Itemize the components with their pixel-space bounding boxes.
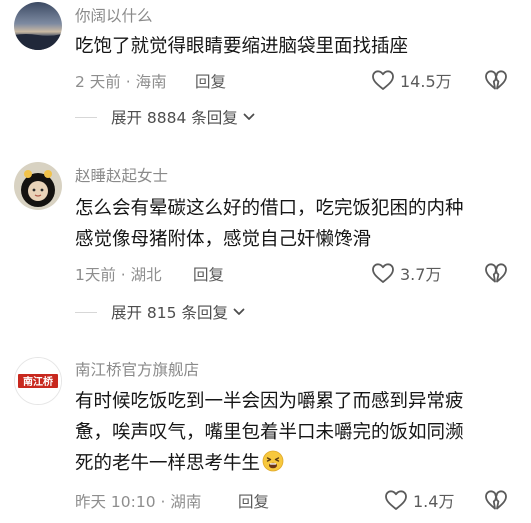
comment-line: 惫，唉声叹气，嘴里包着半口未嚼完的饭如同濒 [75, 422, 464, 443]
expand-replies-button[interactable]: 展开 815 条回复 [75, 302, 246, 322]
expand-replies-button[interactable]: 展开 8884 条回复 [75, 107, 256, 127]
comment-time-location: 1天前 · 湖北 [75, 266, 162, 284]
comment-item: 你阔以什么 吃饱了就觉得眼睛要缩进脑袋里面找插座 2 天前 · 海南 回复 14… [0, 0, 531, 135]
avatar[interactable] [14, 162, 62, 210]
reply-button[interactable]: 回复 [238, 490, 269, 512]
heart-outline-icon [385, 490, 407, 510]
avatar[interactable]: 南江桥 [14, 357, 62, 405]
comment-line: 死的老牛一样思考牛生 [75, 453, 261, 474]
like-count: 14.5万 [400, 72, 452, 91]
reply-button[interactable]: 回复 [195, 70, 226, 92]
comment-text: 吃饱了就觉得眼睛要缩进脑袋里面找插座 [75, 31, 515, 62]
chevron-down-icon [233, 308, 245, 315]
comment-line: 吃饱了就觉得眼睛要缩进脑袋里面找插座 [75, 36, 409, 57]
tired-face-emoji-icon [262, 450, 284, 472]
heart-outline-icon [372, 263, 394, 283]
username[interactable]: 你阔以什么 [75, 4, 153, 26]
chevron-down-icon [243, 113, 255, 120]
broken-heart-icon[interactable] [484, 68, 508, 92]
reply-button[interactable]: 回复 [193, 263, 224, 285]
comment-time-location: 昨天 10:10 · 湖南 [75, 493, 202, 511]
like-button[interactable]: 3.7万 [371, 261, 441, 285]
comment-item: 赵睡赵起女士 怎么会有晕碳这么好的借口，吃完饭犯困的内种 感觉像母猪附体，感觉自… [0, 158, 531, 328]
heart-outline-icon [372, 70, 394, 90]
comment-line: 怎么会有晕碳这么好的借口，吃完饭犯困的内种 [75, 198, 464, 219]
broken-heart-icon[interactable] [484, 261, 508, 285]
divider [75, 116, 97, 118]
like-button[interactable]: 1.4万 [384, 488, 454, 512]
expand-replies-label: 展开 815 条回复 [111, 304, 228, 322]
avatar[interactable] [14, 2, 62, 50]
like-button[interactable]: 14.5万 [371, 68, 452, 92]
comment-line: 有时候吃饭吃到一半会因为嚼累了而感到异常疲 [75, 391, 464, 412]
divider [75, 311, 97, 313]
comment-time-location: 2 天前 · 海南 [75, 73, 167, 91]
avatar-logo-text: 南江桥 [23, 375, 54, 388]
comment-text: 有时候吃饭吃到一半会因为嚼累了而感到异常疲 惫，唉声叹气，嘴里包着半口未嚼完的饭… [75, 386, 515, 479]
broken-heart-icon[interactable] [484, 488, 508, 512]
username[interactable]: 赵睡赵起女士 [75, 164, 168, 186]
like-count: 3.7万 [400, 265, 442, 284]
like-count: 1.4万 [413, 492, 455, 511]
comment-item: 南江桥 南江桥官方旗舰店 有时候吃饭吃到一半会因为嚼累了而感到异常疲 惫，唉声叹… [0, 352, 531, 523]
comment-line: 感觉像母猪附体，感觉自己奸懒馋滑 [75, 229, 372, 250]
username[interactable]: 南江桥官方旗舰店 [75, 358, 199, 380]
expand-replies-label: 展开 8884 条回复 [111, 109, 238, 127]
comment-text: 怎么会有晕碳这么好的借口，吃完饭犯困的内种 感觉像母猪附体，感觉自己奸懒馋滑 [75, 193, 515, 255]
